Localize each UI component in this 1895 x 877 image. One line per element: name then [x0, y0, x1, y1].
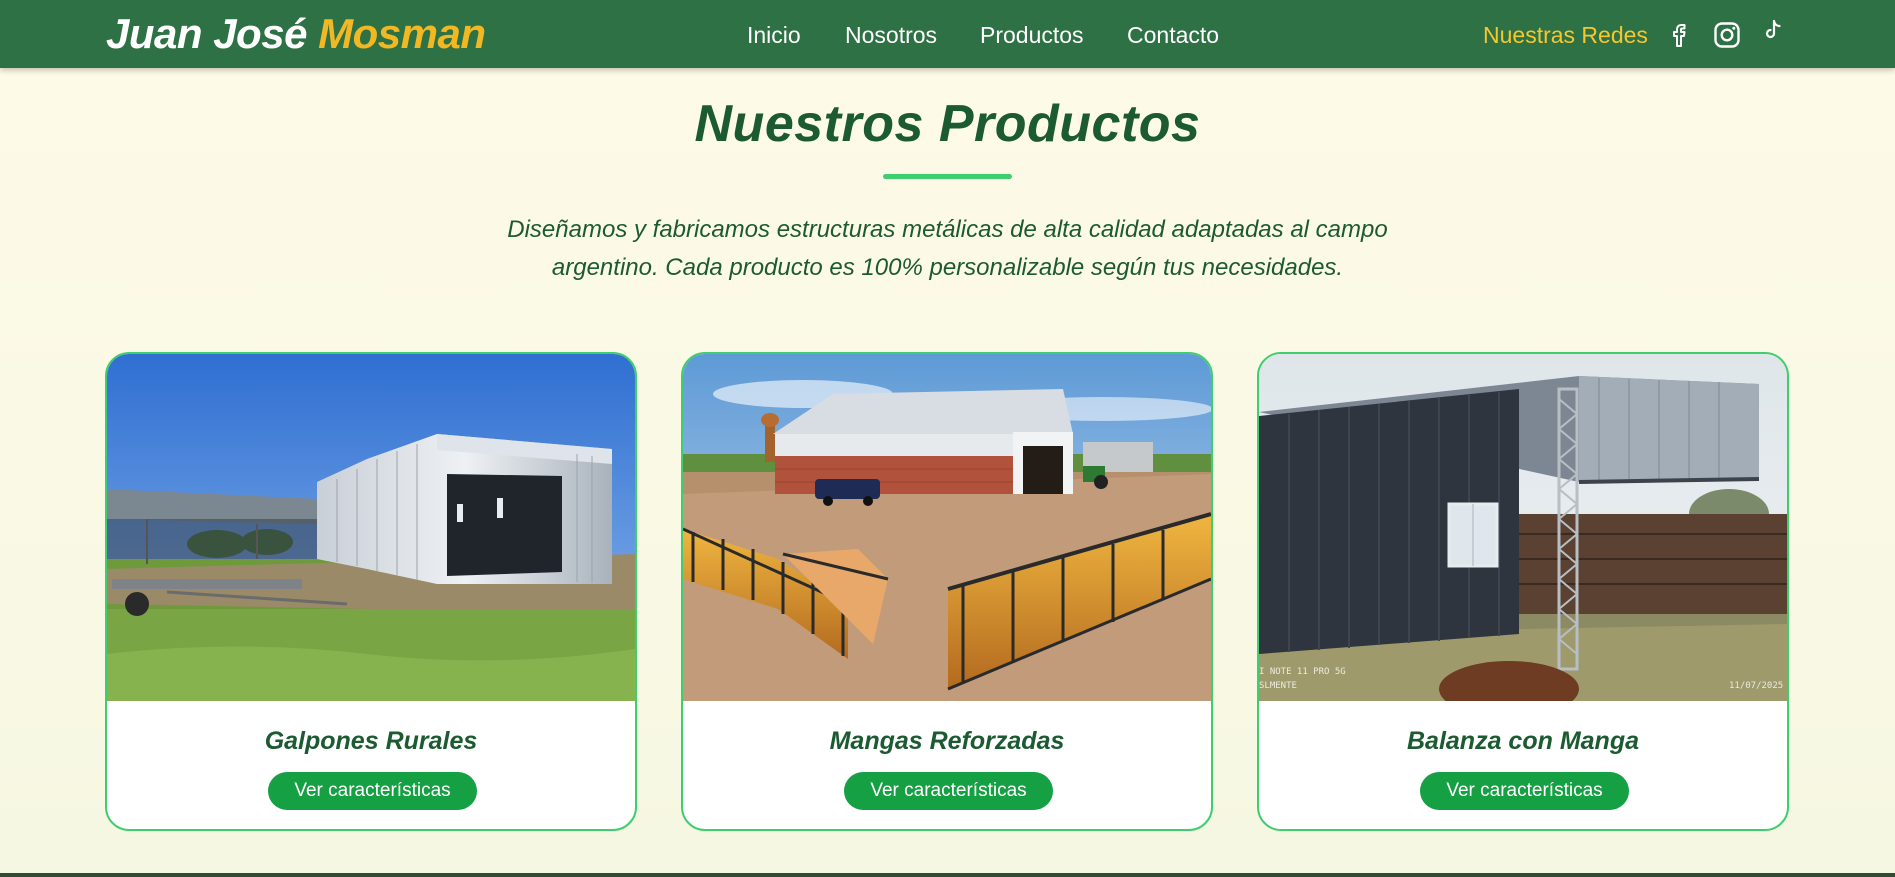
product-title: Balanza con Manga [1407, 727, 1639, 755]
photo-device-text-2: SLMENTE [1259, 681, 1297, 691]
site-header: Juan José Mosman Inicio Nosotros Product… [0, 0, 1895, 68]
product-photo-galpon [107, 354, 635, 701]
footer-edge [0, 873, 1895, 877]
nav-inicio[interactable]: Inicio [747, 20, 801, 50]
title-underline [883, 174, 1012, 179]
brand-logo[interactable]: Juan José Mosman [106, 10, 486, 58]
photo-date-stamp: 11/07/2025 [1729, 681, 1784, 691]
nav-nosotros[interactable]: Nosotros [845, 20, 937, 50]
product-card: Mangas Reforzadas Ver características [681, 352, 1213, 831]
facebook-icon[interactable] [1664, 19, 1696, 51]
view-features-button[interactable]: Ver características [268, 772, 477, 810]
section-description: Diseñamos y fabricamos estructuras metál… [447, 211, 1448, 287]
description-line-2: argentino. Cada producto es 100% persona… [551, 254, 1344, 281]
nav-productos[interactable]: Productos [980, 20, 1084, 50]
product-title: Galpones Rurales [264, 727, 478, 755]
nav-contacto[interactable]: Contacto [1127, 20, 1219, 50]
brand-last-name: Mosman [318, 10, 486, 57]
social-label: Nuestras Redes [1483, 22, 1648, 48]
product-photo-balanza: I NOTE 11 PRO 5G SLMENTE 11/07/2025 [1259, 354, 1787, 701]
brand-first-name: Juan José [106, 10, 307, 57]
product-card: I NOTE 11 PRO 5G SLMENTE 11/07/2025 Bala… [1257, 352, 1789, 831]
photo-device-text-1: I NOTE 11 PRO 5G [1259, 667, 1346, 677]
tiktok-icon[interactable] [1758, 14, 1790, 46]
description-line-1: Diseñamos y fabricamos estructuras metál… [507, 216, 1388, 243]
product-photo-manga [683, 354, 1211, 701]
view-features-button[interactable]: Ver características [1420, 772, 1629, 810]
product-title: Mangas Reforzadas [829, 727, 1065, 755]
product-card: Galpones Rurales Ver características [105, 352, 637, 831]
section-title: Nuestros Productos [694, 95, 1201, 153]
instagram-icon[interactable] [1711, 19, 1743, 51]
view-features-button[interactable]: Ver características [844, 772, 1053, 810]
